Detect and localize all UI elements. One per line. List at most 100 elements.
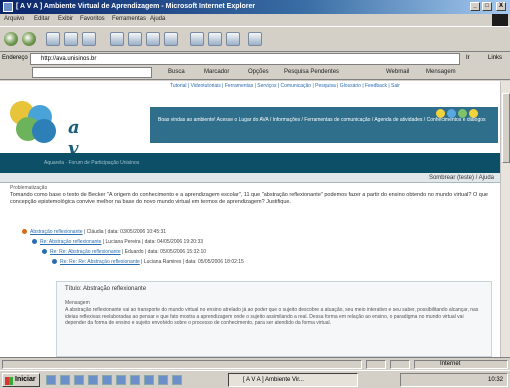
context-title[interactable]: Sombrear (teste) / Ajuda <box>429 175 494 181</box>
windows-logo-icon <box>492 14 508 26</box>
links-toolbar: Busca Marcador Opções Pesquisa Pendentes… <box>0 66 510 80</box>
thread-date: data: 05/05/2006 15:32:10 <box>147 249 207 255</box>
quicklaunch-icon[interactable] <box>130 375 140 385</box>
post-title: Título: Abstração reflexionante <box>65 286 147 292</box>
bullet-icon <box>32 239 37 245</box>
toolbar-link-mensagem[interactable]: Mensagem <box>426 69 456 75</box>
address-url: http://ava.unisinos.br <box>41 56 97 62</box>
start-button[interactable]: Iniciar <box>2 373 40 387</box>
logo-petal-darkblue <box>32 119 56 143</box>
thread-date: data: 05/05/2006 18:02:15 <box>185 259 244 265</box>
breadcrumb[interactable]: Aquarela · Forum de Participação Unisino… <box>44 160 139 166</box>
scrollbar-thumb[interactable] <box>502 93 510 163</box>
post-label: Mensagem <box>65 300 90 306</box>
zone-cell <box>414 360 508 369</box>
top-navigation[interactable]: Tutorial | Videotutoriais | Ferramentas … <box>170 83 495 90</box>
thread-date: data: 04/05/2006 19:20:33 <box>144 239 204 245</box>
quicklaunch-icon[interactable] <box>102 375 112 385</box>
address-input[interactable]: http://ava.unisinos.br <box>30 53 460 65</box>
toolbar-link-opcoes[interactable]: Opções <box>248 69 269 75</box>
post-body: A abstração reflexionante vai ao transpo… <box>65 307 479 326</box>
minimize-button[interactable]: _ <box>470 2 480 11</box>
thread-author: Cláudia <box>86 229 104 235</box>
thread-date: data: 03/05/2006 10:45:31 <box>107 229 167 235</box>
favorites-icon[interactable] <box>128 32 142 46</box>
quicklaunch-icon[interactable] <box>46 375 56 385</box>
taskbar-window-button[interactable]: [ A V A ] Ambiente Vir... <box>228 373 358 387</box>
forum-header-bar: Aquarela · Forum de Participação Unisino… <box>0 153 500 173</box>
menu-view[interactable]: Exibir <box>58 16 73 22</box>
address-label: Endereço <box>2 55 28 61</box>
thread-item[interactable]: Re: Re: Re: Abstração reflexionante | Lu… <box>52 259 244 265</box>
menu-favorites[interactable]: Favoritos <box>80 16 105 22</box>
context-bar: Sombrear (teste) / Ajuda <box>0 173 500 183</box>
links-button[interactable]: Links <box>488 55 502 61</box>
thread-title[interactable]: Re: Re: Abstração reflexionante <box>50 249 121 255</box>
quicklaunch-icon[interactable] <box>158 375 168 385</box>
history-icon[interactable] <box>146 32 160 46</box>
print-icon[interactable] <box>190 32 204 46</box>
section-label: Problematização <box>10 185 48 191</box>
post-content: Título: Abstração reflexionante Mensagem… <box>56 281 492 357</box>
status-text-cell <box>2 360 362 369</box>
menu-bar: Arquivo Editar Exibir Favoritos Ferramen… <box>0 14 510 26</box>
maximize-button[interactable]: □ <box>482 2 492 11</box>
zone-label: Internet <box>440 361 461 367</box>
quicklaunch-icon[interactable] <box>88 375 98 385</box>
system-tray: 10:32 <box>400 373 508 387</box>
bullet-icon <box>22 229 27 235</box>
menu-tools[interactable]: Ferramentas <box>112 16 146 22</box>
thread-item[interactable]: Abstração reflexionante | Cláudia | data… <box>22 229 166 235</box>
quicklaunch-icon[interactable] <box>172 375 182 385</box>
menu-edit[interactable]: Editar <box>34 16 50 22</box>
thread-item[interactable]: Re: Abstração reflexionante | Luciana Pe… <box>32 239 203 245</box>
quicklaunch-icon[interactable] <box>116 375 126 385</box>
thread-author: Eduardo <box>124 249 144 255</box>
quicklaunch-icon[interactable] <box>74 375 84 385</box>
menu-help[interactable]: Ajuda <box>150 16 165 22</box>
clock: 10:32 <box>487 377 503 383</box>
thread-author: Luciana Ramires <box>143 259 182 265</box>
bullet-icon <box>42 249 47 255</box>
ava-logo[interactable]: a v a <box>6 99 80 180</box>
search-icon[interactable] <box>110 32 124 46</box>
toolbar-link-busca[interactable]: Busca <box>168 69 185 75</box>
stop-icon[interactable] <box>46 32 60 46</box>
window-titlebar[interactable]: [ A V A ] Ambiente Virtual de Aprendizag… <box>0 0 510 14</box>
address-bar: Endereço http://ava.unisinos.br Ir Links <box>0 52 510 66</box>
menu-file[interactable]: Arquivo <box>4 16 24 22</box>
status-bar: Internet <box>0 357 510 370</box>
back-icon[interactable] <box>4 32 18 46</box>
close-button[interactable]: X <box>496 2 506 11</box>
thread-item[interactable]: Re: Re: Abstração reflexionante | Eduard… <box>42 249 206 255</box>
thread-author: Luciana Pereira <box>105 239 141 245</box>
status-cell <box>366 360 386 369</box>
standard-toolbar <box>0 26 510 52</box>
bullet-icon <box>52 259 57 265</box>
ie-app-icon <box>3 2 13 12</box>
refresh-icon[interactable] <box>64 32 78 46</box>
toolbar-link-pendentes[interactable]: Pesquisa Pendentes <box>284 69 339 75</box>
toolbar-link-marcador[interactable]: Marcador <box>204 69 229 75</box>
window-title: [ A V A ] Ambiente Virtual de Aprendizag… <box>16 3 256 10</box>
edit-icon[interactable] <box>208 32 222 46</box>
quicklaunch-icon[interactable] <box>60 375 70 385</box>
toolbar-link-webmail[interactable]: Webmail <box>386 69 409 75</box>
go-button[interactable]: Ir <box>466 55 470 61</box>
toolbar-search-input[interactable] <box>32 67 152 78</box>
home-icon[interactable] <box>82 32 96 46</box>
mail-icon[interactable] <box>164 32 178 46</box>
taskbar: Iniciar [ A V A ] Ambiente Vir... 10:32 <box>0 370 510 388</box>
forward-icon[interactable] <box>22 32 36 46</box>
thread-title[interactable]: Abstração reflexionante <box>30 229 83 235</box>
banner-text: Boas vindas ao ambiente! Acesse o Lugar … <box>158 117 486 123</box>
messenger-icon[interactable] <box>248 32 262 46</box>
thread-title[interactable]: Re: Abstração reflexionante <box>40 239 101 245</box>
vertical-scrollbar[interactable] <box>500 81 510 357</box>
status-cell <box>390 360 410 369</box>
quicklaunch-icon[interactable] <box>144 375 154 385</box>
page-viewport: Tutorial | Videotutoriais | Ferramentas … <box>0 81 500 357</box>
problem-statement: Tomando como base o texto de Becker "A o… <box>10 192 488 205</box>
thread-title[interactable]: Re: Re: Re: Abstração reflexionante <box>60 259 140 265</box>
discuss-icon[interactable] <box>226 32 240 46</box>
